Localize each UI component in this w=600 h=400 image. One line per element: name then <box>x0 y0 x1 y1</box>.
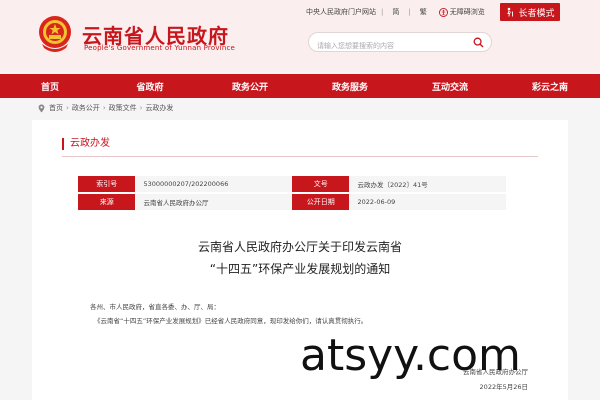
search-box <box>308 32 492 55</box>
main-nav: 首页 省政府 政务公开 政务服务 互动交流 彩云之南 <box>0 74 600 98</box>
document-title-line1: 云南省人民政府办公厅关于印发云南省 <box>197 240 402 254</box>
top-links: 中央人民政府门户网站 | 简 | 繁 无障碍浏览 <box>306 7 485 17</box>
index-number-value: 53000000207/202200066 <box>135 176 292 192</box>
breadcrumb-separator: › <box>102 104 106 112</box>
breadcrumb-home[interactable]: 首页 <box>49 103 63 113</box>
nav-item-government-services[interactable]: 政务服务 <box>300 74 400 98</box>
nav-item-government-affairs[interactable]: 政务公开 <box>200 74 300 98</box>
breadcrumb-current[interactable]: 云政办发 <box>145 103 173 113</box>
traditional-chinese-link[interactable]: 繁 <box>420 7 427 17</box>
elder-icon <box>507 7 514 17</box>
document-number-label: 文号 <box>292 176 350 192</box>
breadcrumb: 首页 › 政务公开 › 政策文件 › 云政办发 <box>38 103 173 113</box>
nav-item-colorful-yunnan[interactable]: 彩云之南 <box>500 74 600 98</box>
site-header: 云南省人民政府 People's Government of Yunnan Pr… <box>0 0 600 72</box>
nav-item-provincial-government[interactable]: 省政府 <box>100 74 200 98</box>
elder-mode-button[interactable]: 长者模式 <box>500 3 560 21</box>
document-number-value: 云政办发〔2022〕41号 <box>349 176 506 192</box>
accessibility-link[interactable]: 无障碍浏览 <box>438 7 485 17</box>
elder-mode-label: 长者模式 <box>518 8 555 19</box>
watermark-text: atsyy.com <box>300 330 521 381</box>
document-info-table: 索引号 53000000207/202200066 文号 云政办发〔2022〕4… <box>78 176 506 212</box>
publish-date-value: 2022-06-09 <box>349 194 506 210</box>
national-emblem-icon <box>39 16 71 52</box>
document-title-line2: “十四五”环保产业发展规划的通知 <box>209 262 391 276</box>
breadcrumb-policy-documents[interactable]: 政策文件 <box>109 103 137 113</box>
nav-item-home[interactable]: 首页 <box>0 74 100 98</box>
signing-date: 2022年5月26日 <box>479 383 528 391</box>
document-paragraph: 《云南省“十四五”环保产业发展规划》已经省人民政府同意，现印发给你们，请认真贯彻… <box>94 317 368 325</box>
source-label: 来源 <box>78 194 136 210</box>
info-row: 来源 云南省人民政府办公厅 公开日期 2022-06-09 <box>78 194 506 210</box>
index-number-label: 索引号 <box>78 176 136 192</box>
info-row: 索引号 53000000207/202200066 文号 云政办发〔2022〕4… <box>78 176 506 192</box>
simplified-chinese-link[interactable]: 简 <box>392 7 399 17</box>
location-pin-icon <box>38 104 45 112</box>
divider: | <box>381 8 384 16</box>
breadcrumb-government-affairs[interactable]: 政务公开 <box>72 103 100 113</box>
divider <box>62 156 538 157</box>
document-body: 各州、市人民政府，省直各委、办、厅、局： 《云南省“十四五”环保产业发展规划》已… <box>90 300 510 328</box>
search-input[interactable] <box>309 37 459 55</box>
central-portal-link[interactable]: 中央人民政府门户网站 <box>306 7 376 17</box>
accessibility-icon <box>438 7 448 17</box>
site-subtitle: People's Government of Yunnan Province <box>84 44 236 52</box>
search-icon[interactable] <box>473 37 484 48</box>
publish-date-label: 公开日期 <box>292 194 350 210</box>
breadcrumb-separator: › <box>139 104 143 112</box>
source-value: 云南省人民政府办公厅 <box>135 194 292 210</box>
accessibility-label: 无障碍浏览 <box>449 8 485 16</box>
document-salutation: 各州、市人民政府，省直各委、办、厅、局： <box>90 303 220 311</box>
breadcrumb-separator: › <box>66 104 69 112</box>
divider: | <box>408 8 411 16</box>
section-title: 云政办发 <box>62 138 110 150</box>
nav-item-interaction[interactable]: 互动交流 <box>400 74 500 98</box>
